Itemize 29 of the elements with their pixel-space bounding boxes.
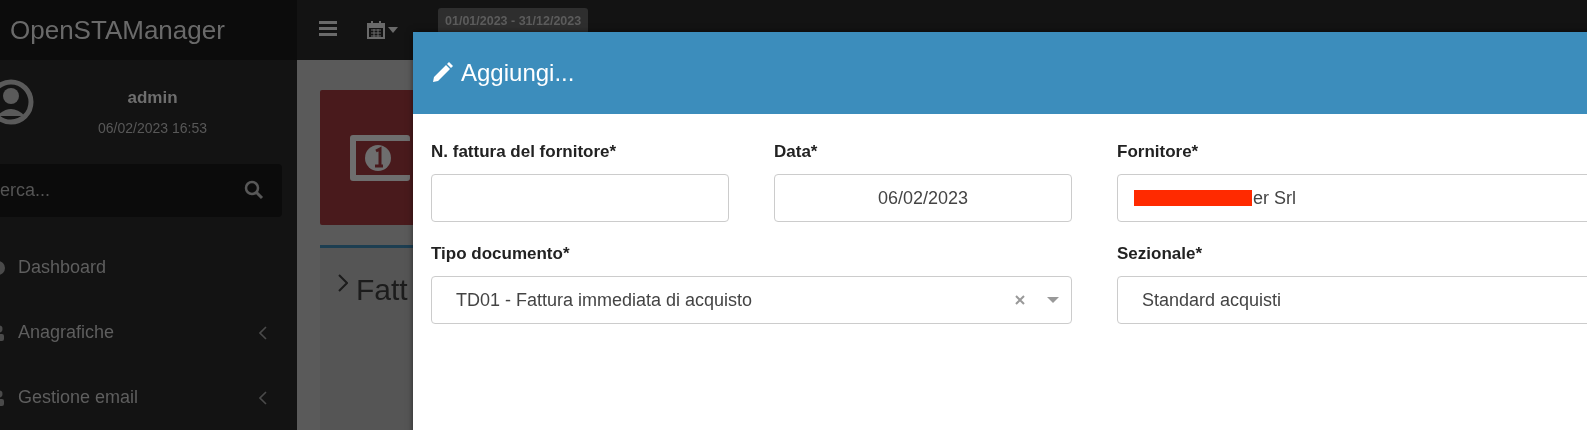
- calendar-icon: [367, 21, 385, 39]
- clear-icon[interactable]: [1015, 295, 1025, 305]
- modal-title: Aggiungi...: [461, 59, 575, 87]
- field-label: Tipo documento*: [431, 244, 571, 264]
- text-input[interactable]: [431, 174, 729, 222]
- menu-icon: [319, 20, 337, 36]
- banknote-icon: [350, 134, 410, 181]
- sidebar-item[interactable]: Anagrafiche: [0, 300, 297, 365]
- field-label: Sezionale*: [1117, 244, 1204, 264]
- select-field[interactable]: Standard acquisti: [1117, 276, 1587, 324]
- field-label: Fornitore*: [1117, 142, 1200, 162]
- field-label: Data*: [774, 142, 819, 162]
- sidebar-item[interactable]: Dashboard: [0, 235, 297, 300]
- text-input[interactable]: 06/02/2023: [774, 174, 1072, 222]
- caret-down-icon: [388, 27, 398, 33]
- calendar-button[interactable]: [367, 21, 398, 39]
- user-name: admin: [127, 87, 178, 108]
- user-timestamp: 06/02/2023 16:53: [98, 119, 207, 136]
- caret-down-icon: [1047, 296, 1059, 304]
- pencil-icon: [431, 62, 453, 84]
- select-field[interactable]: er Srl: [1117, 174, 1587, 222]
- search-field[interactable]: erca...: [0, 163, 282, 217]
- search-icon: [244, 180, 264, 201]
- select-field[interactable]: TD01 - Fattura immediata di acquisto: [431, 276, 1072, 324]
- sidebar-item[interactable]: Gestione email: [0, 365, 297, 430]
- panel-title: Fatt: [356, 273, 408, 307]
- field-label: N. fattura del fornitore*: [431, 142, 618, 162]
- app-logo[interactable]: OpenSTAManager: [0, 0, 297, 60]
- chevron-right-icon: [338, 273, 348, 293]
